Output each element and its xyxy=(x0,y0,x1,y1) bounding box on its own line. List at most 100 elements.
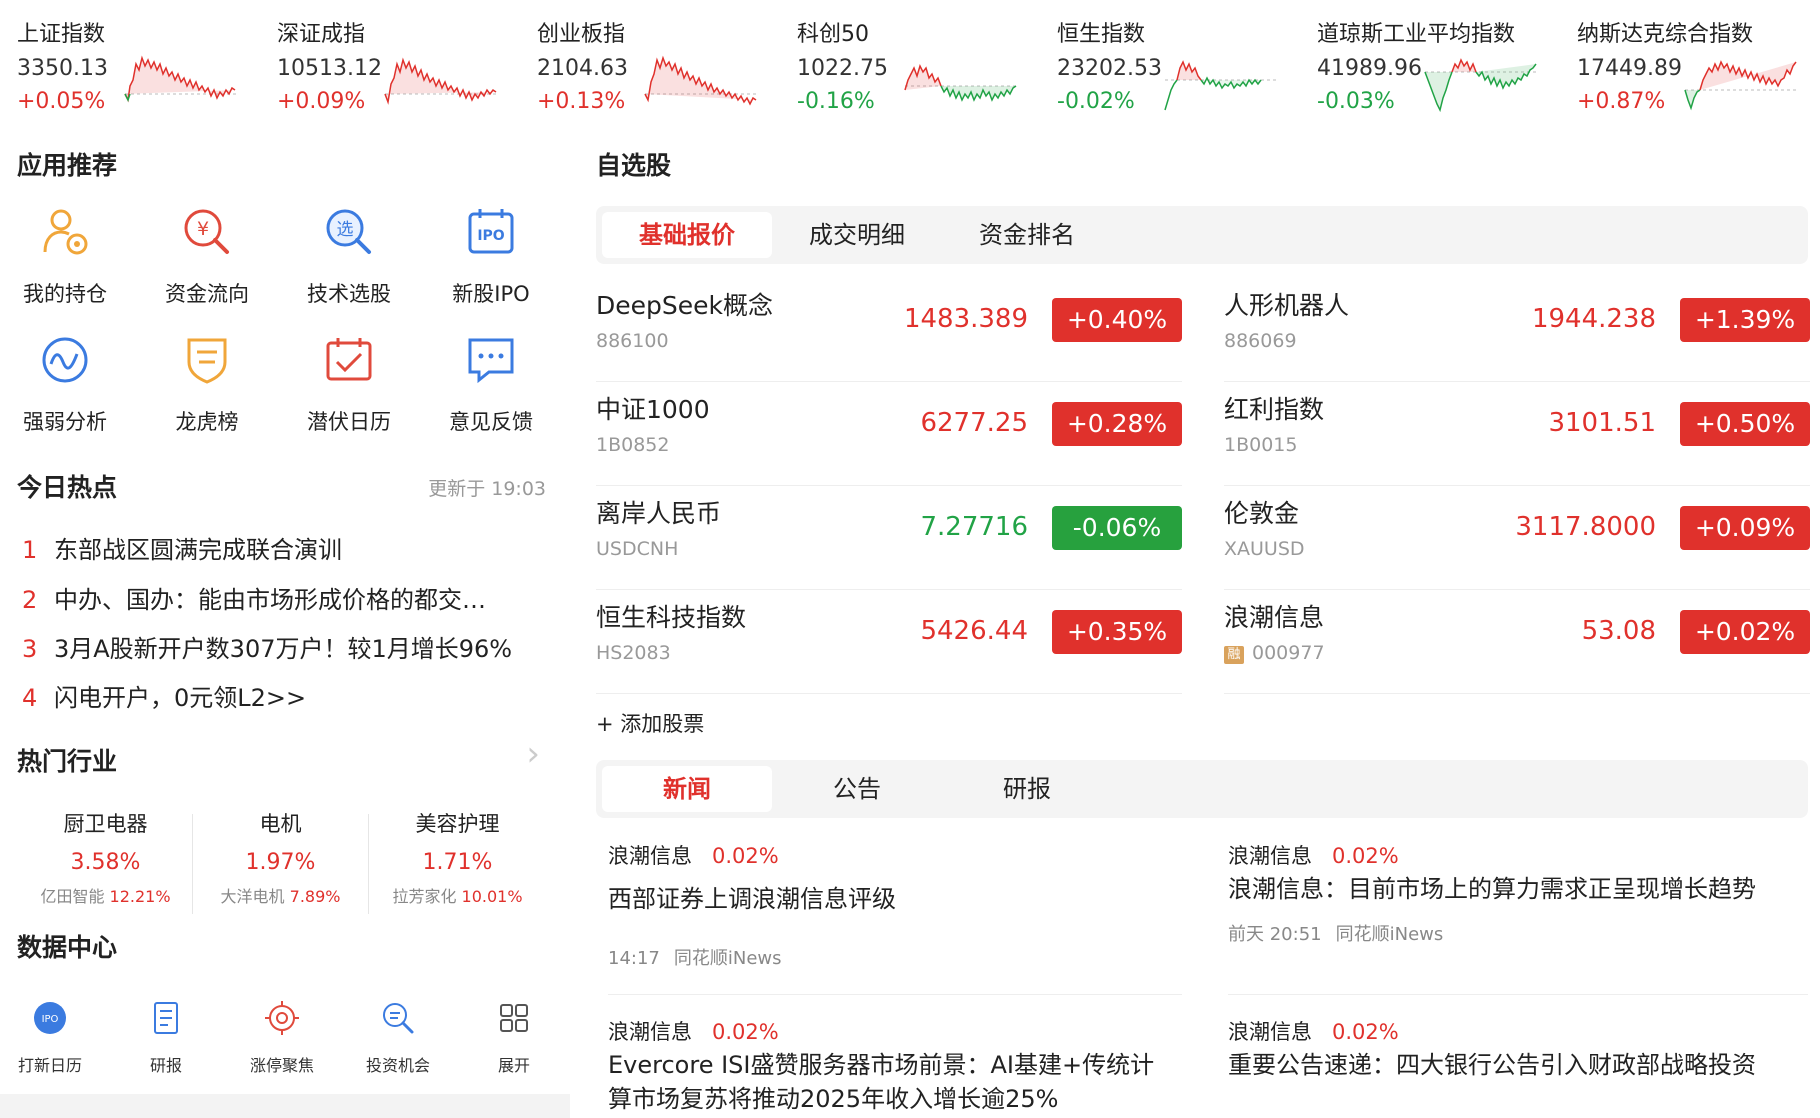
stock-row[interactable]: 浪潮信息 融 000977 53.08 +0.02% xyxy=(1224,590,1810,694)
index-name: 上证指数 xyxy=(17,22,106,47)
data-center-item[interactable]: 涨停聚焦 xyxy=(224,998,340,1076)
industry-card[interactable]: 电机 1.97% 大洋电机 7.89% xyxy=(193,808,368,907)
index-card[interactable]: 科创50 1022.75 -0.16% xyxy=(797,12,1047,117)
index-card[interactable]: 深证成指 10513.12 +0.09% xyxy=(277,12,527,117)
stock-row[interactable]: 中证1000 1B0852 6277.25 +0.28% xyxy=(596,382,1182,486)
divider xyxy=(368,814,369,914)
tab-news[interactable]: 新闻 xyxy=(602,766,772,812)
industry-card[interactable]: 厨卫电器 3.58% 亿田智能 12.21% xyxy=(18,808,193,907)
calendar-icon xyxy=(319,330,379,390)
app-dragon-tiger[interactable]: 龙虎榜 xyxy=(142,330,272,436)
data-center-item[interactable]: 研报 xyxy=(108,998,224,1076)
industry-leader: 拉芳家化 10.01% xyxy=(392,887,523,906)
index-card[interactable]: 创业板指 2104.63 +0.13% xyxy=(537,12,787,117)
apps-section-title: 应用推荐 xyxy=(17,151,118,180)
data-center-title: 数据中心 xyxy=(17,933,118,962)
watchlist-title: 自选股 xyxy=(596,151,672,180)
svg-text:选: 选 xyxy=(337,220,354,240)
index-value: 1022.75 xyxy=(797,56,888,81)
stock-row[interactable]: 人形机器人 886069 1944.238 +1.39% xyxy=(1224,278,1810,382)
app-money-flow[interactable]: ¥ 资金流向 xyxy=(142,202,272,308)
hot-rank: 2 xyxy=(22,586,38,614)
stock-row[interactable]: 恒生科技指数 HS2083 5426.44 +0.35% xyxy=(596,590,1182,694)
stock-name: 中证1000 xyxy=(596,395,710,424)
industries-section-title: 热门行业 xyxy=(17,747,118,776)
stock-change-badge: +0.09% xyxy=(1680,506,1810,550)
app-new-ipo[interactable]: IPO 新股IPO xyxy=(426,202,556,308)
hot-rank: 1 xyxy=(22,536,38,564)
stock-row[interactable]: 离岸人民币 USDCNH 7.27716 -0.06% xyxy=(596,486,1182,590)
index-name: 恒生指数 xyxy=(1057,22,1146,47)
stock-code: 1B0852 xyxy=(596,434,670,456)
app-strength-analysis[interactable]: 强弱分析 xyxy=(0,330,130,436)
index-card[interactable]: 上证指数 3350.13 +0.05% xyxy=(17,12,267,117)
hot-item[interactable]: 2 中办、国办：能由市场形成价格的都交… xyxy=(22,580,486,615)
app-stock-picker[interactable]: 选 技术选股 xyxy=(284,202,414,308)
news-meta: 前天 20:51 同花顺iNews xyxy=(1228,924,1444,945)
add-stock-button[interactable]: + 添加股票 xyxy=(596,708,704,738)
news-header: 浪潮信息 0.02% xyxy=(1228,1020,1399,1044)
news-tabs: 新闻 公告 研报 xyxy=(596,760,1808,818)
stock-price: 3117.8000 xyxy=(1515,512,1656,542)
stock-name: 红利指数 xyxy=(1224,395,1325,424)
tab-fund-ranking[interactable]: 资金排名 xyxy=(942,212,1112,258)
index-card[interactable]: 恒生指数 23202.53 -0.02% xyxy=(1057,12,1307,117)
news-item[interactable]: 浪潮信息 0.02% 浪潮信息：目前市场上的算力需求正呈现增长趋势 前天 20:5… xyxy=(1228,840,1798,946)
tab-research[interactable]: 研报 xyxy=(942,766,1112,812)
stock-row[interactable]: 红利指数 1B0015 3101.51 +0.50% xyxy=(1224,382,1810,486)
stock-change-badge: +0.50% xyxy=(1680,402,1810,446)
data-center-item[interactable]: 投资机会 xyxy=(340,998,456,1076)
industry-name: 电机 xyxy=(259,812,302,836)
stock-price: 5426.44 xyxy=(920,616,1028,646)
industry-name: 厨卫电器 xyxy=(63,812,148,836)
tab-announcements[interactable]: 公告 xyxy=(772,766,942,812)
index-sparkline xyxy=(1424,58,1537,113)
stock-name: DeepSeek概念 xyxy=(596,291,773,320)
index-change: +0.13% xyxy=(537,89,626,114)
research-report-icon xyxy=(146,998,186,1038)
stock-row[interactable]: DeepSeek概念 886100 1483.389 +0.40% xyxy=(596,278,1182,382)
news-header: 浪潮信息 0.02% xyxy=(608,1020,779,1044)
expand-grid-icon xyxy=(494,998,534,1038)
news-item[interactable]: 浪潮信息 0.02% Evercore ISI盛赞服务器市场前景：AI基建+传统计… xyxy=(608,1016,1178,1116)
data-center-item[interactable]: 展开 xyxy=(456,998,572,1076)
index-card[interactable]: 纳斯达克综合指数 17449.89 +0.87% xyxy=(1577,12,1820,117)
stock-code: 1B0015 xyxy=(1224,434,1298,456)
app-label: 新股IPO xyxy=(452,282,530,306)
app-my-holdings[interactable]: 我的持仓 xyxy=(0,202,130,308)
hot-rank: 4 xyxy=(22,684,38,712)
hot-item[interactable]: 3 3月A股新开户数307万户！较1月增长96% xyxy=(22,629,512,664)
app-label: 潜伏日历 xyxy=(307,410,391,434)
stock-change-badge: +0.40% xyxy=(1052,298,1182,342)
hot-item[interactable]: 1 东部战区圆满完成联合演训 xyxy=(22,530,342,565)
stock-change-badge: +0.35% xyxy=(1052,610,1182,654)
index-value: 23202.53 xyxy=(1057,56,1162,81)
data-center-label: 研报 xyxy=(149,1056,182,1075)
hot-item[interactable]: 4 闪电开户，0元领L2>> xyxy=(22,678,306,713)
app-calendar[interactable]: 潜伏日历 xyxy=(284,330,414,436)
industry-pct: 1.97% xyxy=(245,850,316,875)
industry-card[interactable]: 美容护理 1.71% 拉芳家化 10.01% xyxy=(370,808,545,907)
tab-trade-detail[interactable]: 成交明细 xyxy=(772,212,942,258)
index-sparkline xyxy=(904,63,1017,102)
tab-basic-quote[interactable]: 基础报价 xyxy=(602,212,772,258)
news-title: 浪潮信息：目前市场上的算力需求正呈现增长趋势 xyxy=(1228,875,1756,903)
stock-code: HS2083 xyxy=(596,642,671,664)
hot-section-title: 今日热点 xyxy=(17,473,118,502)
index-sparkline xyxy=(1684,60,1797,111)
news-item[interactable]: 浪潮信息 0.02% 西部证券上调浪潮信息评级 14:17 同花顺iNews xyxy=(608,840,1178,970)
bottom-band xyxy=(0,1094,570,1118)
index-card[interactable]: 道琼斯工业平均指数 41989.96 -0.03% xyxy=(1317,12,1567,117)
data-center-item[interactable]: IPO 打新日历 xyxy=(0,998,108,1076)
investment-opportunity-icon xyxy=(378,998,418,1038)
index-value: 3350.13 xyxy=(17,56,108,81)
chevron-right-icon[interactable]: › xyxy=(526,734,540,774)
data-center-label: 投资机会 xyxy=(365,1056,430,1075)
app-label: 龙虎榜 xyxy=(175,410,239,434)
app-feedback[interactable]: 意见反馈 xyxy=(426,330,556,436)
news-item[interactable]: 浪潮信息 0.02% 重要公告速递：四大银行公告引入财政部战略投资 xyxy=(1228,1016,1798,1082)
index-value: 17449.89 xyxy=(1577,56,1682,81)
index-sparkline xyxy=(1164,60,1277,111)
stock-row[interactable]: 伦敦金 XAUUSD 3117.8000 +0.09% xyxy=(1224,486,1810,590)
divider xyxy=(1228,994,1808,995)
